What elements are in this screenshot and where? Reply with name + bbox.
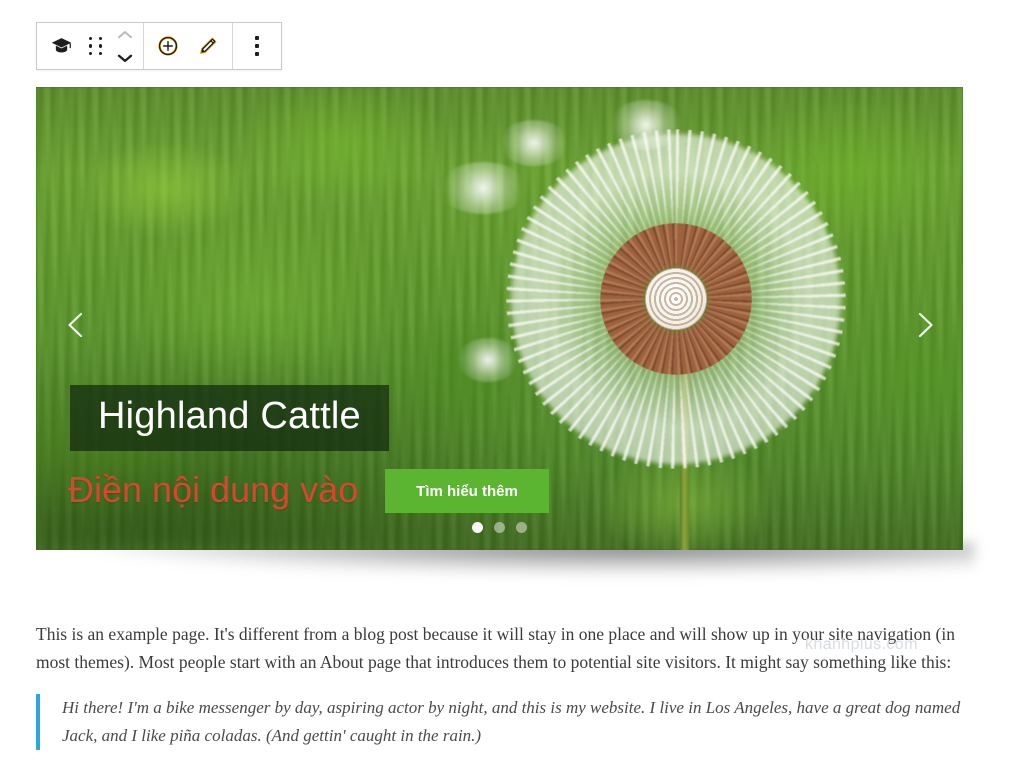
page-content: This is an example page. It's different … xyxy=(36,620,988,677)
plus-circle-icon[interactable] xyxy=(148,23,188,69)
block-toolbar xyxy=(36,22,282,70)
slide-title-box: Highland Cattle xyxy=(70,385,389,451)
graduation-cap-icon[interactable] xyxy=(41,23,81,69)
block-toolbar-group-edit xyxy=(143,23,232,69)
block-toolbar-group-block xyxy=(37,23,143,69)
carousel-dot-1[interactable] xyxy=(472,522,483,533)
chevron-right-icon xyxy=(918,312,933,338)
blockquote-text: Hi there! I'm a bike messenger by day, a… xyxy=(62,698,961,746)
pencil-icon[interactable] xyxy=(188,23,228,69)
vertical-ellipsis-icon[interactable] xyxy=(237,23,277,69)
chevron-down-icon[interactable] xyxy=(111,46,139,69)
block-toolbar-group-options xyxy=(232,23,281,69)
drag-handle-icon[interactable] xyxy=(81,23,111,69)
blockquote: Hi there! I'm a bike messenger by day, a… xyxy=(36,694,984,751)
drag-handle-dots xyxy=(88,36,104,56)
carousel-dots xyxy=(36,522,963,533)
slide-subtitle: Điền nội dung vào xyxy=(68,469,359,510)
carousel-dot-2[interactable] xyxy=(494,522,505,533)
chevron-up-icon[interactable] xyxy=(111,23,139,46)
more-options-dots xyxy=(255,36,259,56)
carousel-next-button[interactable] xyxy=(907,308,941,342)
carousel-prev-button[interactable] xyxy=(60,308,94,342)
slider-shadow: Highland Cattle Điền nội dung vào Tìm hi… xyxy=(36,87,963,550)
image-carousel[interactable]: Highland Cattle Điền nội dung vào Tìm hi… xyxy=(36,87,963,550)
slide-title: Highland Cattle xyxy=(98,395,361,437)
chevron-left-icon xyxy=(68,312,83,338)
carousel-dot-3[interactable] xyxy=(516,522,527,533)
intro-paragraph: This is an example page. It's different … xyxy=(36,624,955,673)
block-movers xyxy=(111,23,139,69)
learn-more-button[interactable]: Tìm hiểu thêm xyxy=(385,469,549,513)
